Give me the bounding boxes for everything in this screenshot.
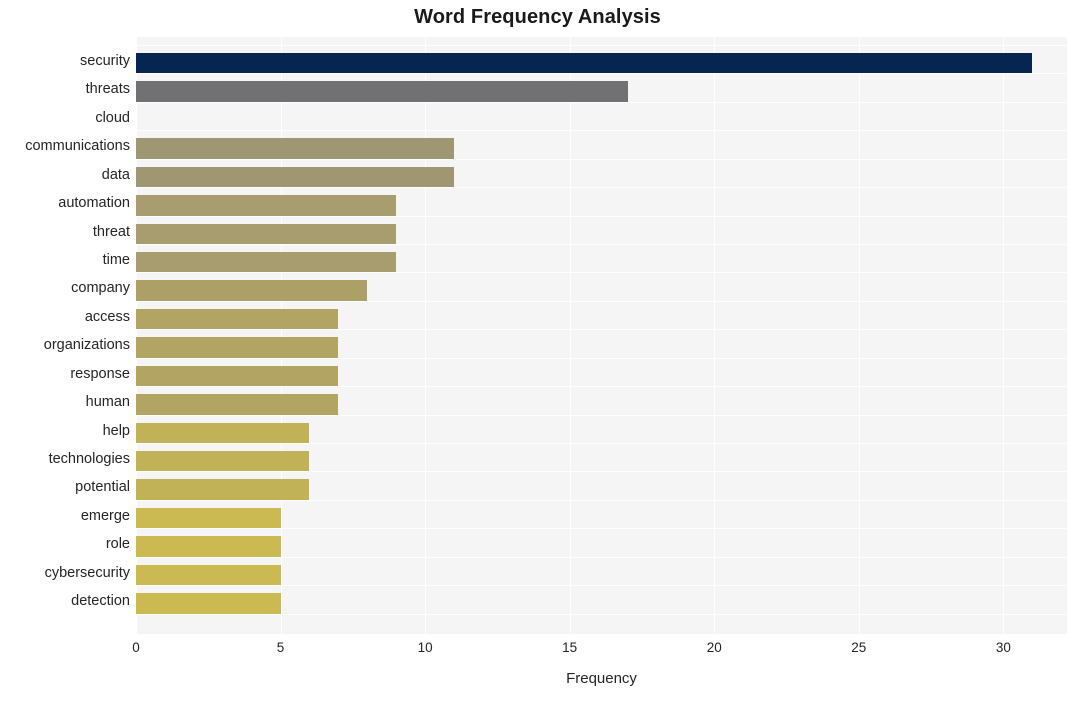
y-axis-tick-label: company [71, 280, 130, 297]
x-axis-tick-label: 25 [851, 640, 867, 655]
y-axis-tick-label: data [101, 166, 130, 183]
y-axis-tick-label: help [102, 422, 130, 439]
y-axis-tick-label: organizations [43, 337, 130, 354]
y-axis-tick-label: role [105, 536, 130, 553]
x-axis: Frequency 0 5 10 15 20 25 30 [0, 634, 1075, 701]
y-axis-tick-label: response [70, 365, 130, 382]
y-axis-tick-label: time [102, 251, 130, 268]
x-axis-tick-label: 10 [417, 640, 433, 655]
x-axis-tick-label: 15 [562, 640, 578, 655]
y-axis-tick-label: automation [58, 195, 130, 212]
y-axis-tick-label: threat [92, 223, 130, 240]
y-axis-tick-label: security [80, 52, 130, 69]
y-axis-tick-label: cybersecurity [44, 564, 130, 581]
y-axis-tick-label: cloud [95, 109, 130, 126]
y-axis-tick-label: communications [25, 138, 130, 155]
y-axis-tick-label: detection [71, 593, 130, 610]
chart-figure: Word Frequency Analysis security threats c… [0, 0, 1075, 701]
x-axis-tick-label: 0 [132, 640, 140, 655]
x-axis-title: Frequency [566, 670, 637, 687]
y-axis-tick-label: access [84, 308, 130, 325]
y-axis-tick-label: threats [85, 81, 130, 98]
y-axis-tick-label: technologies [48, 450, 130, 467]
chart-title: Word Frequency Analysis [414, 6, 661, 28]
y-axis-tick-label: human [85, 394, 130, 411]
x-axis-tick-label: 20 [706, 640, 722, 655]
x-axis-tick-label: 30 [995, 640, 1011, 655]
y-axis-tick-label: emerge [80, 507, 130, 524]
x-axis-tick-label: 5 [276, 640, 285, 655]
y-axis-tick-label: potential [75, 479, 130, 496]
y-axis-labels: security threats cloud communications data au… [0, 37, 1075, 634]
